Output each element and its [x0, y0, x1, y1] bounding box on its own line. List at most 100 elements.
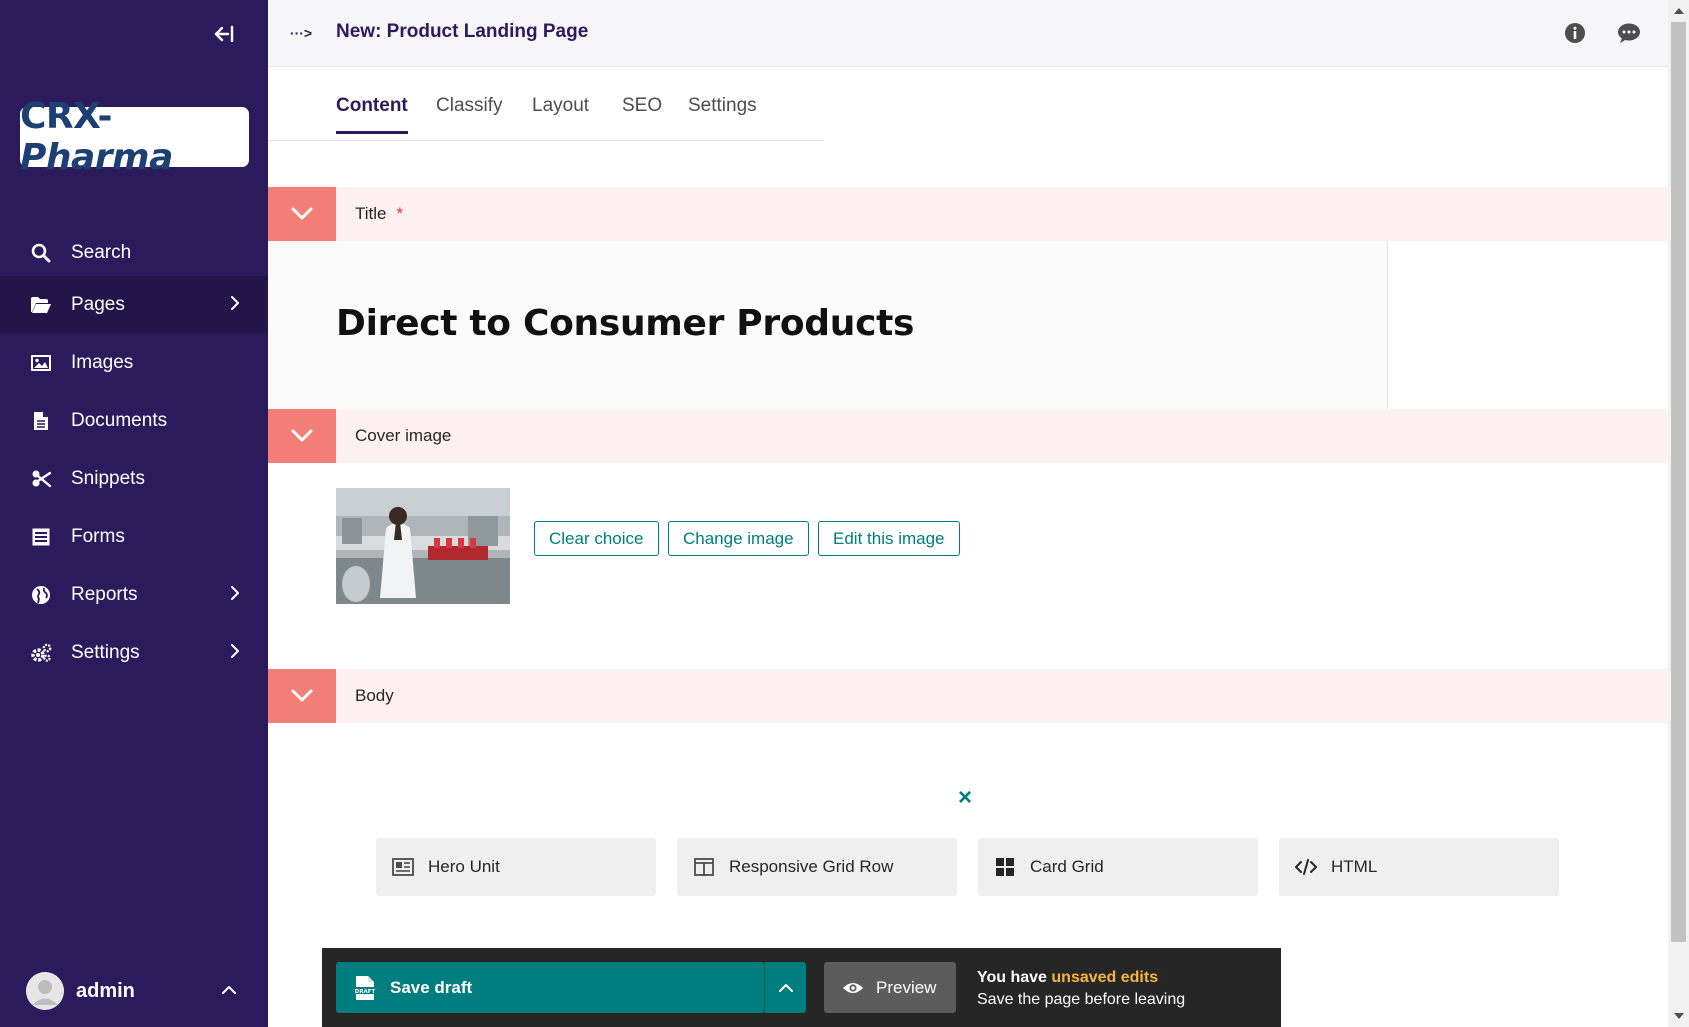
- sidebar-item-label: Settings: [71, 642, 140, 663]
- block-label: Card Grid: [1030, 857, 1104, 876]
- code-icon: [1295, 856, 1317, 878]
- triangle-down-icon: [1673, 1013, 1684, 1019]
- folder-open-icon: [30, 294, 52, 316]
- title-section-header: Title *: [268, 187, 1668, 241]
- chevron-down-icon: [291, 689, 313, 702]
- draft-file-icon: DRAFT: [354, 975, 376, 1000]
- comment-icon: [1618, 23, 1640, 43]
- close-block-chooser-button[interactable]: ×: [953, 784, 977, 811]
- logo[interactable]: CRX-Pharma: [20, 96, 249, 178]
- sidebar-item-label: Snippets: [71, 468, 145, 489]
- save-draft-button[interactable]: DRAFT Save draft: [336, 962, 764, 1013]
- globe-icon: [30, 584, 52, 606]
- change-image-button[interactable]: Change image: [668, 521, 809, 556]
- sidebar-item-label: Images: [71, 352, 134, 373]
- sidebar-item-label: Pages: [71, 294, 125, 315]
- info-icon: [1565, 23, 1585, 43]
- tab-classify[interactable]: Classify: [436, 95, 503, 131]
- tab-content[interactable]: Content: [336, 95, 408, 134]
- sidebar-item-images[interactable]: Images: [0, 334, 268, 392]
- cover-image-section-header: Cover image: [268, 409, 1668, 463]
- collapse-sidebar-button[interactable]: [208, 18, 240, 50]
- scroll-down-arrow[interactable]: [1668, 1007, 1689, 1025]
- block-label: Hero Unit: [428, 857, 500, 876]
- block-label: HTML: [1331, 857, 1378, 876]
- title-section-label: Title *: [355, 204, 404, 223]
- chevron-up-icon: [778, 983, 793, 992]
- page-header: ···> New: Product Landing Page: [268, 0, 1668, 67]
- page-scrollbar[interactable]: [1668, 0, 1689, 1027]
- preview-button[interactable]: Preview: [824, 962, 956, 1013]
- breadcrumb-toggle-button[interactable]: ···>: [286, 20, 316, 46]
- user-name: admin: [76, 979, 135, 1002]
- cover-image-section-toggle[interactable]: [268, 409, 336, 463]
- editor-tabs: Content Classify Layout SEO Settings: [268, 67, 824, 141]
- sidebar: CRX-Pharma Search Pages Images Documents…: [0, 0, 268, 1027]
- sidebar-item-label: Documents: [71, 410, 168, 431]
- add-card-grid-button[interactable]: Card Grid: [978, 838, 1258, 896]
- info-button[interactable]: [1562, 20, 1588, 46]
- logo-text: CRX-Pharma: [20, 96, 173, 178]
- svg-text:DRAFT: DRAFT: [355, 988, 376, 994]
- preview-label: Preview: [876, 977, 937, 997]
- tab-layout[interactable]: Layout: [532, 95, 589, 131]
- body-section-label: Body: [355, 686, 394, 705]
- sidebar-item-label: Reports: [71, 584, 138, 605]
- comments-button[interactable]: [1616, 20, 1642, 46]
- edit-image-button[interactable]: Edit this image: [818, 521, 960, 556]
- user-menu[interactable]: admin: [26, 969, 246, 1013]
- sidebar-item-label: Search: [71, 242, 132, 263]
- title-section-toggle[interactable]: [268, 187, 336, 241]
- add-responsive-grid-row-button[interactable]: Responsive Grid Row: [677, 838, 957, 896]
- sidebar-item-search[interactable]: Search: [0, 218, 268, 276]
- snippet-icon: [30, 468, 52, 490]
- breadcrumb-dots-icon: ···>: [289, 25, 313, 41]
- sidebar-item-reports[interactable]: Reports: [0, 566, 268, 624]
- action-bar: DRAFT Save draft Preview You have unsave…: [322, 948, 1281, 1027]
- page-title: New: Product Landing Page: [336, 21, 589, 42]
- avatar: [26, 972, 64, 1010]
- chevron-right-icon: [230, 294, 240, 316]
- scroll-up-arrow[interactable]: [1668, 2, 1689, 20]
- unsaved-edits-subtext: Save the page before leaving: [977, 991, 1186, 1008]
- scroll-thumb[interactable]: [1671, 22, 1686, 942]
- unsaved-edits-notice: You have unsaved edits Save the page bef…: [977, 967, 1185, 1011]
- block-label: Responsive Grid Row: [729, 857, 894, 876]
- chevron-right-icon: [230, 584, 240, 606]
- title-input[interactable]: Direct to Consumer Products: [268, 241, 1388, 409]
- grid-icon: [994, 856, 1016, 878]
- sidebar-item-forms[interactable]: Forms: [0, 508, 268, 566]
- lab-photo: [336, 488, 510, 604]
- add-html-button[interactable]: HTML: [1279, 838, 1559, 896]
- more-actions-toggle[interactable]: [764, 962, 806, 1013]
- image-icon: [30, 352, 52, 374]
- sidebar-item-label: Forms: [71, 526, 125, 547]
- sidebar-item-documents[interactable]: Documents: [0, 392, 268, 450]
- close-icon: ×: [957, 784, 972, 811]
- cover-image-section-label: Cover image: [355, 426, 452, 445]
- search-icon: [30, 242, 52, 264]
- body-section-toggle[interactable]: [268, 669, 336, 723]
- sidebar-item-snippets[interactable]: Snippets: [0, 450, 268, 508]
- title-value: Direct to Consumer Products: [336, 303, 915, 344]
- tab-seo[interactable]: SEO: [622, 95, 662, 131]
- clear-choice-button[interactable]: Clear choice: [534, 521, 659, 556]
- cogs-icon: [30, 642, 52, 664]
- save-draft-label: Save draft: [390, 977, 473, 997]
- chevron-down-icon: [291, 207, 313, 220]
- triangle-up-icon: [1673, 8, 1684, 14]
- chevron-up-icon: [222, 982, 236, 1000]
- columns-icon: [693, 856, 715, 878]
- tab-settings[interactable]: Settings: [688, 95, 757, 131]
- sidebar-item-settings[interactable]: Settings: [0, 624, 268, 682]
- cover-image-thumbnail[interactable]: [336, 488, 510, 604]
- main-nav: Search Pages Images Documents Snippets F…: [0, 218, 268, 682]
- document-icon: [30, 410, 52, 432]
- body-section-header: Body: [268, 669, 1668, 723]
- form-icon: [30, 526, 52, 548]
- chevron-right-icon: [230, 642, 240, 664]
- hero-unit-icon: [392, 856, 414, 878]
- sidebar-item-pages[interactable]: Pages: [0, 276, 268, 334]
- eye-icon: [842, 981, 864, 995]
- add-hero-unit-button[interactable]: Hero Unit: [376, 838, 656, 896]
